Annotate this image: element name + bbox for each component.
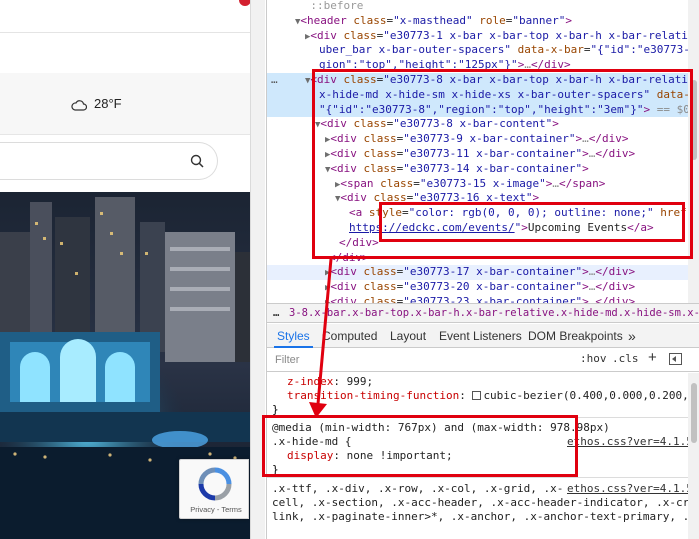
dom-breadcrumb[interactable]: … 3-8.x-bar.x-bar-top.x-bar-h.x-bar-rela… (267, 303, 699, 323)
new-style-rule-button[interactable]: + (648, 349, 657, 366)
dom-node-div[interactable]: ▶<div class="e30773-1 x-bar x-bar-top x-… (305, 29, 699, 44)
breadcrumb-path[interactable]: 3-8.x-bar.x-bar-top.x-bar-h.x-bar-relati… (289, 304, 699, 322)
weather-temperature: 28°F (94, 96, 122, 111)
toggle-sidebar-icon[interactable] (669, 353, 682, 365)
css-selector[interactable]: cell, .x-section, .x-acc-header, .x-acc-… (272, 496, 699, 511)
css-selector[interactable]: .x-ttf, .x-div, .x-row, .x-col, .x-grid,… (272, 482, 563, 497)
tab-styles[interactable]: Styles (274, 324, 313, 348)
stylesheet-link[interactable]: ethos.css?ver=4.1.5:1 (567, 482, 699, 497)
tab-computed[interactable]: Computed (322, 324, 377, 348)
recaptcha-privacy-terms[interactable]: Privacy - Terms (183, 505, 249, 514)
annotation-highlight-link (379, 202, 685, 242)
dom-node-text[interactable]: uber_bar x-bar-outer-spacers" data-x-bar… (319, 43, 699, 58)
bezier-editor-icon[interactable] (472, 391, 482, 400)
tab-layout[interactable]: Layout (390, 324, 426, 348)
site-header-strip (0, 0, 250, 32)
style-declaration[interactable]: z-index: 999; (287, 375, 373, 390)
dom-node-div[interactable]: ▶<div class="e30773-17 x-bar-container">… (325, 265, 635, 280)
style-declaration[interactable]: transition-timing-function: cubic-bezier… (287, 389, 699, 404)
site-search-bar[interactable] (0, 142, 218, 180)
annotation-highlight-media-rule (262, 415, 578, 477)
weather-bar: 28°F (0, 73, 250, 135)
tab-dom-breakpoints[interactable]: DOM Breakpoints (528, 324, 623, 348)
cloud-icon (71, 100, 87, 111)
website-viewport: 28°F Privacy - Terms (0, 0, 250, 539)
styles-scrollbar-thumb[interactable] (691, 383, 697, 443)
breadcrumb-ellipsis[interactable]: … (273, 304, 279, 322)
tabs-overflow-icon[interactable]: » (628, 324, 636, 348)
css-selector[interactable]: link, .x-paginate-inner>*, .x-anchor, .x… (272, 510, 699, 525)
dom-node-div[interactable]: ▶<div class="e30773-23 x-bar-container">… (325, 295, 635, 303)
recaptcha-badge[interactable]: Privacy - Terms (179, 459, 249, 519)
site-divider (0, 32, 250, 33)
styles-pane-tabs: Styles Computed Layout Event Listeners D… (267, 324, 699, 348)
search-icon[interactable] (190, 154, 204, 168)
node-actions-ellipsis[interactable]: … (271, 73, 278, 88)
dom-node-header[interactable]: ▼<header class="x-masthead" role="banner… (295, 14, 572, 29)
stylesheet-link[interactable]: ethos.css?ver=4.1.5:1 (567, 435, 699, 450)
dom-node-text[interactable]: ::before (305, 0, 363, 14)
styles-scrollbar[interactable] (688, 373, 699, 539)
styles-filter-input[interactable]: Filter (272, 351, 568, 369)
tab-event-listeners[interactable]: Event Listeners (439, 324, 522, 348)
dom-node-div[interactable]: ▶<div class="e30773-20 x-bar-container">… (325, 280, 635, 295)
styles-filter-bar: Filter :hov .cls + (267, 348, 699, 372)
class-toggle[interactable]: .cls (612, 352, 639, 365)
rule-divider (267, 477, 688, 478)
hover-state-toggle[interactable]: :hov (580, 352, 607, 365)
recaptcha-icon (198, 467, 232, 501)
